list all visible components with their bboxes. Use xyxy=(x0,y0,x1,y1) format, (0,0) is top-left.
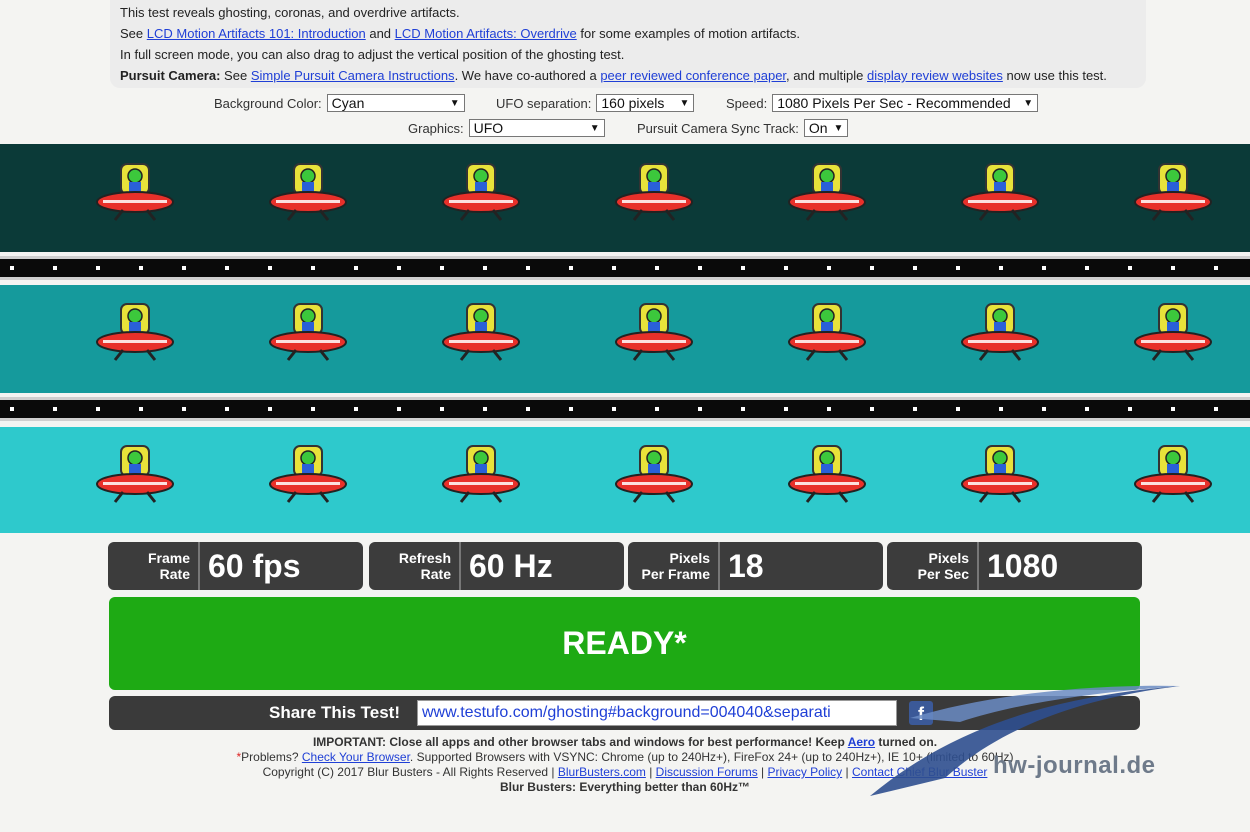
display-review-websites-link[interactable]: display review websites xyxy=(867,68,1003,83)
speed-control: Speed: 1080 Pixels Per Sec - Recommended… xyxy=(726,94,1039,112)
ufo-alien-icon xyxy=(787,160,867,230)
controls-bar: Background Color: Cyan ▼ UFO separation: … xyxy=(0,92,1250,142)
ufo-alien-icon xyxy=(1133,442,1213,512)
ufo-alien-icon xyxy=(441,160,521,230)
info-line-4: Pursuit Camera: See Simple Pursuit Camer… xyxy=(120,68,1107,83)
sync-track-select[interactable]: On ▼ xyxy=(803,119,848,137)
info-line-2: See LCD Motion Artifacts 101: Introducti… xyxy=(120,26,801,41)
ufo-alien-icon xyxy=(960,160,1040,230)
stats-bar: Frame Rate 60 fps Refresh Rate 60 Hz Pixel… xyxy=(108,542,1142,590)
ufo-alien-icon xyxy=(614,442,694,512)
ufo-separation-control: UFO separation: 160 pixels ▼ xyxy=(496,94,695,112)
chevron-down-icon: ▼ xyxy=(449,97,460,109)
ufo-alien-icon xyxy=(268,442,348,512)
speed-select[interactable]: 1080 Pixels Per Sec - Recommended ▼ xyxy=(772,94,1039,112)
chevron-down-icon: ▼ xyxy=(833,122,844,134)
ufo-alien-icon xyxy=(787,442,867,512)
ufo-alien-icon xyxy=(268,300,348,370)
ufo-separation-select[interactable]: 160 pixels ▼ xyxy=(596,94,695,112)
check-browser-link[interactable]: Check Your Browser xyxy=(302,750,410,764)
ready-status: READY* xyxy=(109,597,1140,690)
ufo-alien-icon xyxy=(960,300,1040,370)
sync-track-control: Pursuit Camera Sync Track: On ▼ xyxy=(637,119,848,137)
chevron-down-icon: ▼ xyxy=(679,97,690,109)
ufo-alien-icon xyxy=(960,442,1040,512)
ufo-alien-icon xyxy=(268,160,348,230)
ufo-alien-icon xyxy=(441,442,521,512)
frame-rate-stat: Frame Rate 60 fps xyxy=(108,542,363,590)
share-label: Share This Test! xyxy=(269,703,400,722)
refresh-rate-stat: Refresh Rate 60 Hz xyxy=(369,542,624,590)
graphics-select[interactable]: UFO ▼ xyxy=(468,119,605,137)
pixels-per-sec-stat: Pixels Per Sec 1080 xyxy=(887,542,1142,590)
swoosh-logo-icon xyxy=(870,685,1180,796)
chevron-down-icon: ▼ xyxy=(589,122,600,134)
ufo-alien-icon xyxy=(614,160,694,230)
ufo-alien-icon xyxy=(441,300,521,370)
background-color-select[interactable]: Cyan ▼ xyxy=(326,94,465,112)
share-url-field[interactable]: www.testufo.com/ghosting#background=0040… xyxy=(417,700,897,726)
ufo-alien-icon xyxy=(1133,300,1213,370)
info-line-1: This test reveals ghosting, coronas, and… xyxy=(120,5,460,20)
chevron-down-icon: ▼ xyxy=(1023,97,1034,109)
watermark-logo: hw-journal.de xyxy=(850,678,1190,798)
ufo-alien-icon xyxy=(95,160,175,230)
blurbusters-link[interactable]: BlurBusters.com xyxy=(558,765,646,779)
ufo-alien-icon xyxy=(95,442,175,512)
background-color-control: Background Color: Cyan ▼ xyxy=(214,94,465,112)
pixels-per-frame-stat: Pixels Per Frame 18 xyxy=(628,542,883,590)
lcd-overdrive-link[interactable]: LCD Motion Artifacts: Overdrive xyxy=(395,26,577,41)
sync-track-1 xyxy=(0,256,1250,280)
info-panel: This test reveals ghosting, coronas, and… xyxy=(110,0,1146,88)
privacy-policy-link[interactable]: Privacy Policy xyxy=(768,765,843,779)
pursuit-camera-instructions-link[interactable]: Simple Pursuit Camera Instructions xyxy=(251,68,455,83)
ufo-alien-icon xyxy=(1133,160,1213,230)
ufo-alien-icon xyxy=(95,300,175,370)
conference-paper-link[interactable]: peer reviewed conference paper xyxy=(600,68,786,83)
graphics-control: Graphics: UFO ▼ xyxy=(408,119,605,137)
discussion-forums-link[interactable]: Discussion Forums xyxy=(656,765,758,779)
sync-track-2 xyxy=(0,397,1250,421)
watermark-text: hw-journal.de xyxy=(993,752,1156,779)
ufo-alien-icon xyxy=(614,300,694,370)
lcd-motion-101-link[interactable]: LCD Motion Artifacts 101: Introduction xyxy=(147,26,366,41)
ufo-alien-icon xyxy=(787,300,867,370)
info-line-3: In full screen mode, you can also drag t… xyxy=(120,47,625,62)
